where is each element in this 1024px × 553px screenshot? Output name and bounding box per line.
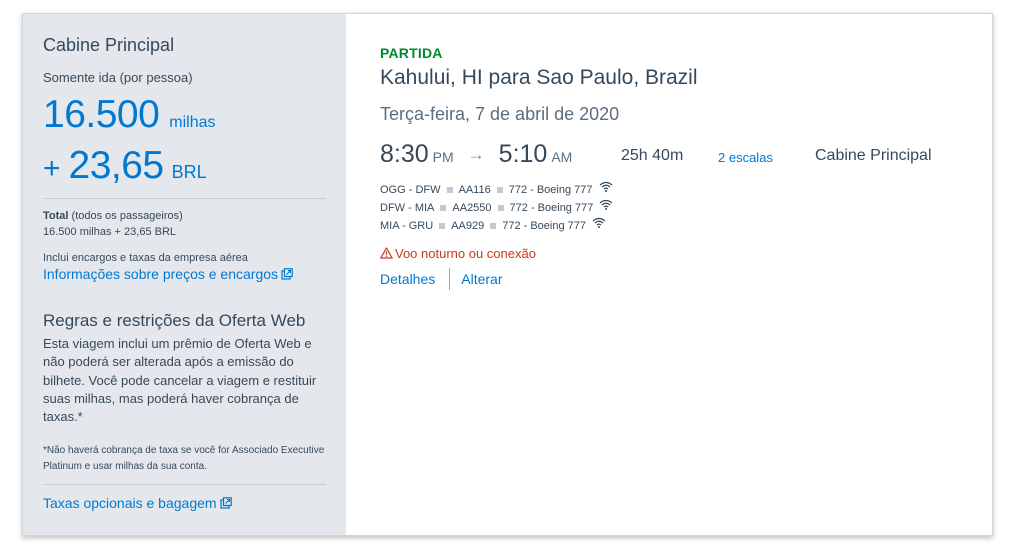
details-link[interactable]: Detalhes [380, 271, 435, 287]
wifi-icon [599, 181, 613, 195]
total-label-strong: Total [43, 210, 69, 222]
flight-actions: Detalhes Alterar [380, 268, 503, 290]
miles-price: 16.500 milhas [43, 93, 216, 137]
pricing-info-link-label[interactable]: Informações sobre preços e encargos [43, 266, 278, 282]
arrow-right-icon: → [467, 145, 485, 164]
includes-fees-text: Inclui encargos e taxas da empresa aérea [43, 252, 248, 264]
cabin-class: Cabine Principal [815, 147, 932, 164]
link-separator [449, 268, 451, 290]
divider [43, 484, 326, 485]
separator-square [490, 222, 497, 229]
rules-title: Regras e restrições da Oferta Web [43, 311, 306, 330]
fee-currency: BRL [171, 162, 207, 182]
trip-type-label: Somente ida (por pessoa) [43, 70, 193, 85]
segment-row: MIA - GRU AA929 772 - Boeing 777 [380, 217, 606, 232]
price-summary-panel: Cabine Principal Somente ida (por pessoa… [23, 14, 346, 535]
miles-value: 16.500 [43, 93, 160, 136]
flight-offer-card: Cabine Principal Somente ida (por pessoa… [22, 13, 993, 536]
baggage-fees-link[interactable]: Taxas opcionais e bagagem [43, 495, 232, 512]
flight-details-panel: PARTIDA Kahului, HI para Sao Paulo, Braz… [346, 14, 992, 535]
segment-flight: AA2550 [452, 202, 492, 214]
departure-label: PARTIDA [380, 45, 443, 61]
divider [43, 198, 326, 199]
flight-date: Terça-feira, 7 de abril de 2020 [380, 104, 620, 124]
pricing-info-link[interactable]: Informações sobre preços e encargos [43, 266, 293, 283]
total-amount: 16.500 milhas + 23,65 BRL [43, 226, 177, 238]
warning-triangle-icon [380, 247, 393, 262]
segment-aircraft: 772 - Boeing 777 [502, 220, 586, 232]
fee-value: 23,65 [68, 144, 165, 187]
segment-route: MIA - GRU [380, 220, 434, 232]
wifi-icon [592, 217, 606, 231]
separator-square [440, 204, 447, 211]
arrive-ampm: AM [551, 149, 573, 165]
segment-flight: AA929 [451, 220, 485, 232]
plus-sign: + [43, 152, 61, 185]
separator-square [496, 186, 503, 193]
overnight-warning: Voo noturno ou conexão [380, 246, 536, 262]
flight-duration: 25h 40m [621, 147, 684, 164]
segment-row: OGG - DFW AA116 772 - Boeing 777 [380, 181, 613, 196]
flight-route: Kahului, HI para Sao Paulo, Brazil [380, 66, 698, 89]
segment-route: DFW - MIA [380, 202, 435, 214]
miles-unit: milhas [169, 114, 216, 131]
change-link[interactable]: Alterar [461, 271, 502, 287]
rules-body: Esta viagem inclui um prêmio de Oferta W… [43, 336, 317, 425]
rules-footnote: *Não haverá cobrança de taxa se você for… [43, 445, 325, 472]
separator-square [446, 186, 453, 193]
separator-square [497, 204, 504, 211]
total-label-suffix: (todos os passageiros) [68, 210, 183, 222]
separator-square [439, 222, 446, 229]
segment-flight: AA116 [458, 184, 491, 196]
segment-route: OGG - DFW [380, 184, 441, 196]
total-label: Total (todos os passageiros) [43, 210, 183, 222]
segment-aircraft: 772 - Boeing 777 [508, 184, 593, 196]
segment-row: DFW - MIA AA2550 772 - Boeing 777 [380, 199, 613, 214]
flight-times: 8:30 PM → 5:10 AM [380, 140, 572, 169]
fee-price: +23,65 BRL [43, 144, 207, 188]
overnight-warning-text: Voo noturno ou conexão [395, 246, 536, 261]
stops-link[interactable]: 2 escalas [718, 150, 773, 165]
arrive-time: 5:10 [498, 140, 548, 168]
cabin-title: Cabine Principal [43, 35, 175, 55]
external-link-icon [281, 267, 293, 283]
wifi-icon [599, 199, 613, 213]
baggage-fees-link-label[interactable]: Taxas opcionais e bagagem [43, 495, 217, 511]
depart-ampm: PM [432, 149, 454, 165]
depart-time: 8:30 [380, 140, 429, 168]
segment-aircraft: 772 - Boeing 777 [509, 202, 594, 214]
external-link-icon [219, 496, 232, 512]
